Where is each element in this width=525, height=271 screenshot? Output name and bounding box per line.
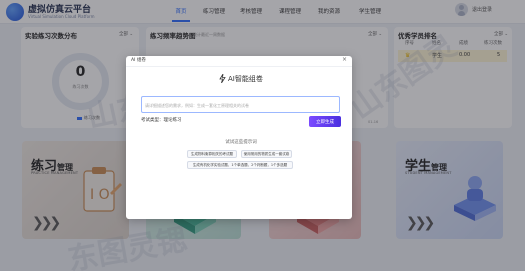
exam-type-label: 考试类型：理论练习 [141, 118, 182, 123]
ai-dialog-title: AI智能组卷 [228, 75, 263, 83]
suggestions-title: 试试这些提示词 [225, 140, 257, 145]
suggestion-chip-2[interactable]: 使用常用的物质生成一套试卷 [241, 150, 292, 158]
suggestion-chip-3[interactable]: 生成有机化学实验试题，1个单选题，2个判断题，1个多选题 [187, 161, 293, 169]
suggestion-chip-1[interactable]: 生成物料衡算相关的考试题 [187, 150, 237, 158]
generate-button[interactable]: 立即生成 [309, 116, 341, 127]
prompt-input[interactable]: 请详细描述您的需求，例如：生成一套化工原理相关的试卷 [141, 96, 340, 113]
close-icon[interactable]: × [342, 56, 347, 63]
ai-sparkle-icon [219, 74, 226, 83]
dialog-header [126, 56, 352, 67]
dialog-header-title: AI 组卷 [131, 58, 146, 63]
